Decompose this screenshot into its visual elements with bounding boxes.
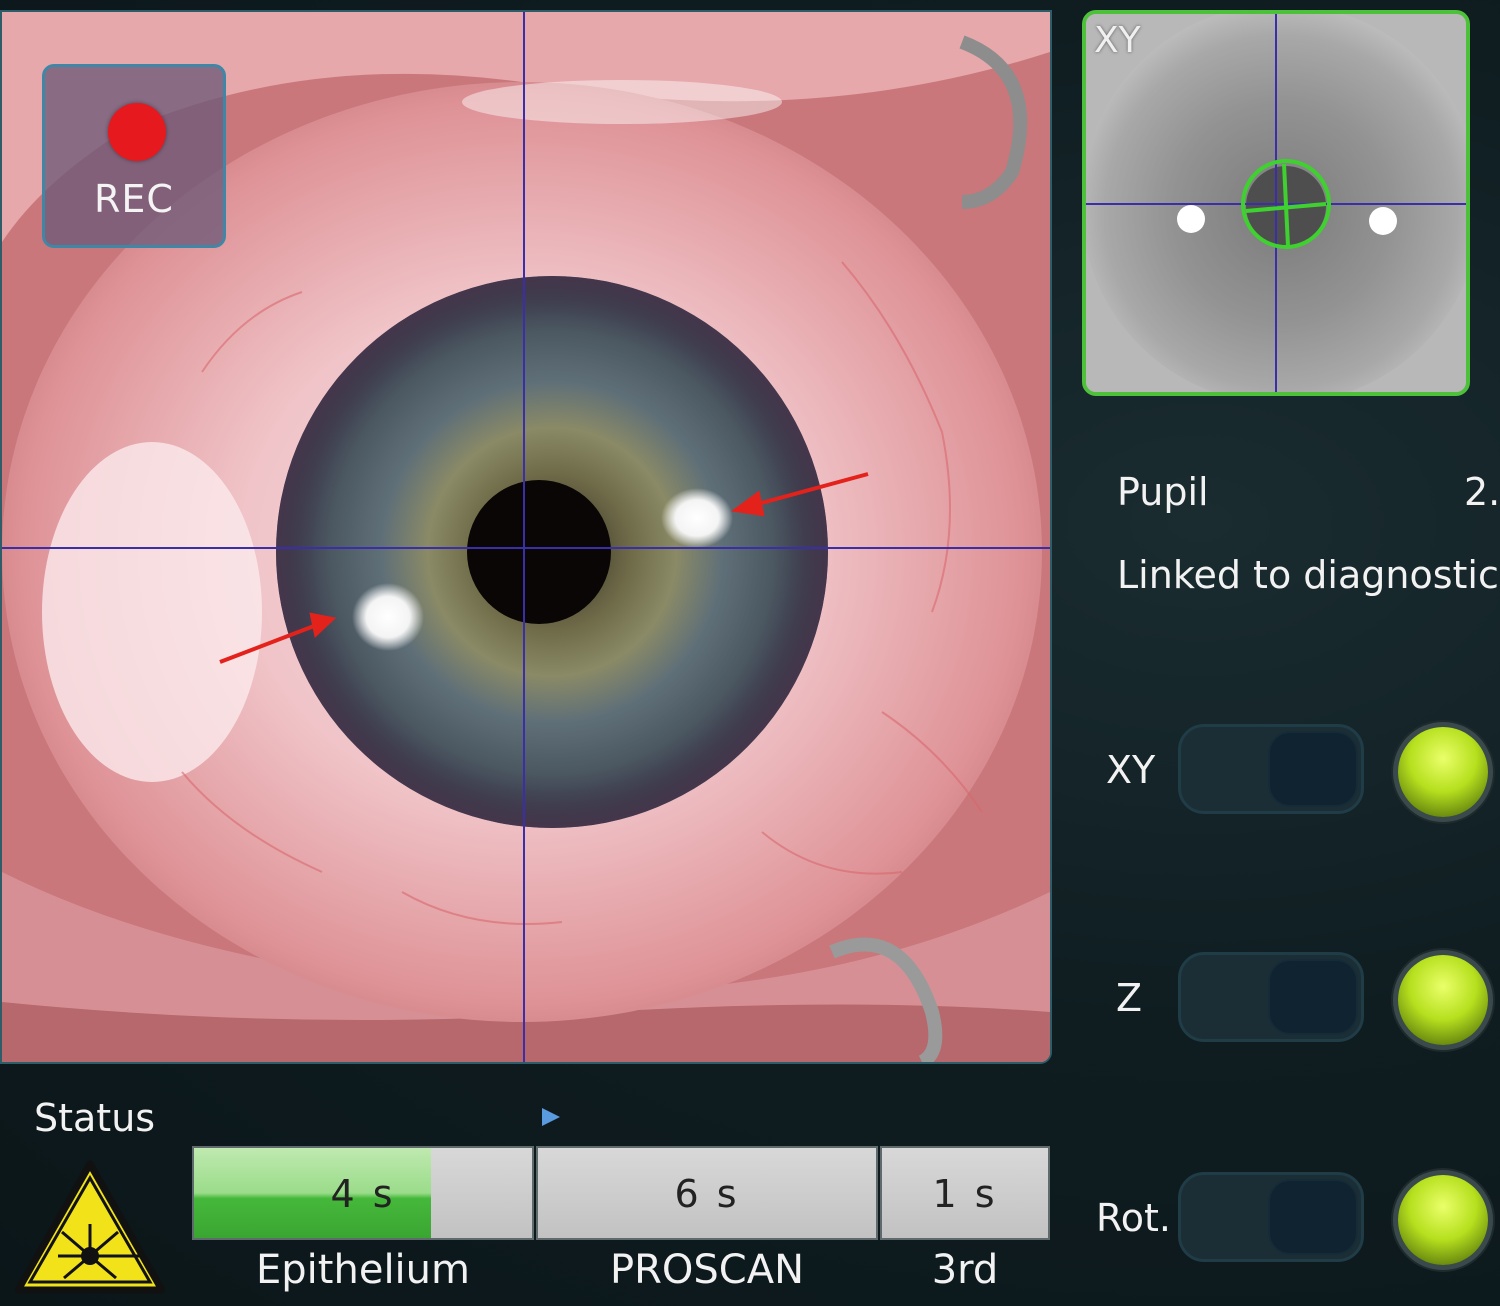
proscan-segment[interactable]: 6 s	[536, 1146, 878, 1240]
z-tracking-toggle[interactable]	[1178, 952, 1364, 1042]
xy-tracking-label: XY	[1106, 748, 1156, 792]
pupil-label: Pupil	[1117, 470, 1209, 514]
epithelium-segment[interactable]: 4 s	[192, 1146, 534, 1240]
xy-eye-image	[1086, 14, 1466, 392]
z-tracking-label: Z	[1116, 976, 1143, 1020]
pupil-value: 2.	[1464, 470, 1500, 514]
third-segment[interactable]: 1 s	[880, 1146, 1050, 1240]
xy-view-label: XY	[1094, 20, 1141, 61]
record-button[interactable]: REC	[42, 64, 226, 248]
toggle-knob	[1268, 731, 1358, 807]
toggle-knob	[1268, 959, 1358, 1035]
proscan-duration: 6 s	[674, 1172, 740, 1216]
rec-dot-icon	[108, 103, 166, 161]
linked-to-diagnostic-label: Linked to diagnostic	[1117, 553, 1499, 597]
status-title: Status	[34, 1096, 156, 1140]
rotation-tracking-label: Rot.	[1096, 1196, 1171, 1240]
rotation-status-led-icon	[1398, 1175, 1488, 1265]
play-arrow-icon	[542, 1108, 560, 1126]
xy-tracking-view[interactable]: XY	[1082, 10, 1470, 396]
camera-view[interactable]: REC	[0, 10, 1052, 1064]
record-label: REC	[94, 177, 174, 221]
third-label: 3rd	[931, 1247, 999, 1293]
xy-tracking-toggle[interactable]	[1178, 724, 1364, 814]
z-status-led-icon	[1398, 955, 1488, 1045]
rotation-tracking-toggle[interactable]	[1178, 1172, 1364, 1262]
proscan-label: PROSCAN	[609, 1247, 804, 1293]
epithelium-label: Epithelium	[256, 1247, 470, 1293]
toggle-knob	[1268, 1179, 1358, 1255]
third-duration: 1 s	[932, 1172, 998, 1216]
xy-status-led-icon	[1398, 727, 1488, 817]
epithelium-duration: 4 s	[330, 1172, 396, 1216]
laser-warning-icon	[14, 1160, 166, 1294]
